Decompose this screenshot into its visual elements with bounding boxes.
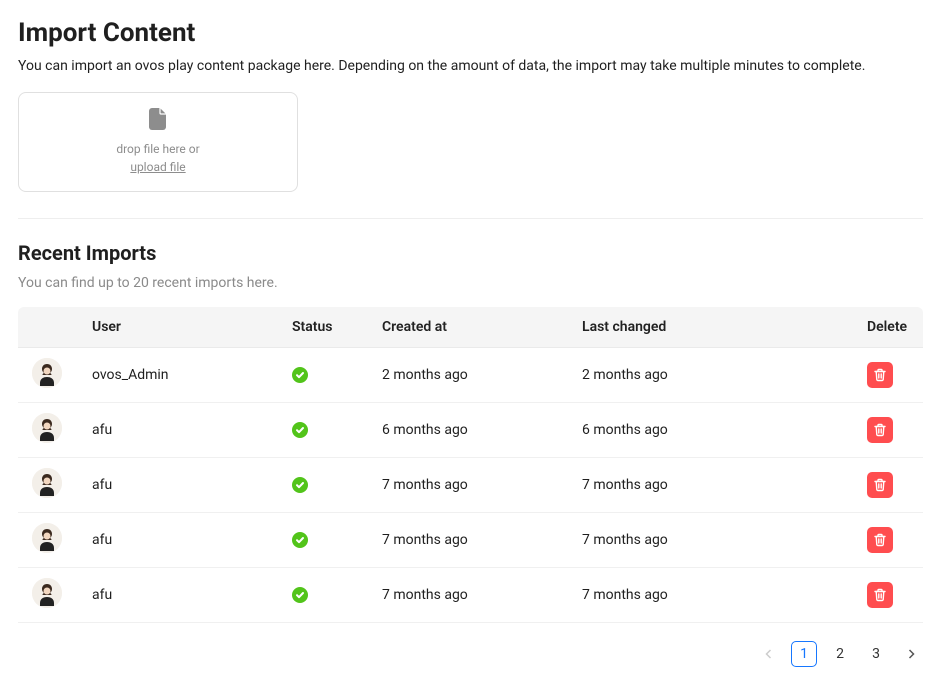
delete-button[interactable]: [867, 527, 893, 553]
upload-file-link[interactable]: upload file: [130, 160, 185, 174]
column-header-changed: Last changed: [568, 307, 853, 348]
cell-changed: 6 months ago: [568, 403, 853, 458]
status-success-icon: [292, 587, 308, 603]
page-description: You can import an ovos play content pack…: [18, 58, 923, 74]
column-header-status: Status: [278, 307, 368, 348]
delete-button[interactable]: [867, 417, 893, 443]
cell-user: afu: [78, 458, 278, 513]
drop-label: drop file here or: [116, 142, 199, 156]
cell-created: 7 months ago: [368, 568, 568, 623]
delete-button[interactable]: [867, 362, 893, 388]
recent-imports-title: Recent Imports: [18, 241, 923, 265]
section-divider: [18, 218, 923, 219]
cell-created: 7 months ago: [368, 513, 568, 568]
cell-changed: 7 months ago: [568, 458, 853, 513]
avatar: [32, 468, 62, 498]
status-success-icon: [292, 477, 308, 493]
cell-created: 6 months ago: [368, 403, 568, 458]
recent-imports-description: You can find up to 20 recent imports her…: [18, 275, 923, 291]
table-row: afu 7 months ago7 months ago: [18, 458, 923, 513]
delete-button[interactable]: [867, 582, 893, 608]
pagination-next[interactable]: [899, 642, 923, 666]
cell-created: 2 months ago: [368, 348, 568, 403]
avatar: [32, 358, 62, 388]
file-dropzone[interactable]: drop file here or upload file: [18, 92, 298, 192]
cell-changed: 2 months ago: [568, 348, 853, 403]
cell-user: ovos_Admin: [78, 348, 278, 403]
pagination: 123: [18, 641, 923, 667]
table-row: afu 6 months ago6 months ago: [18, 403, 923, 458]
page-number-1[interactable]: 1: [791, 641, 817, 667]
imports-table: User Status Created at Last changed Dele…: [18, 307, 923, 623]
page-number-2[interactable]: 2: [827, 641, 853, 667]
page-number-3[interactable]: 3: [863, 641, 889, 667]
column-header-avatar: [18, 307, 78, 348]
page-title: Import Content: [18, 18, 923, 48]
table-row: afu 7 months ago7 months ago: [18, 513, 923, 568]
cell-user: afu: [78, 513, 278, 568]
avatar: [32, 578, 62, 608]
file-icon: [148, 108, 168, 134]
table-row: afu 7 months ago7 months ago: [18, 568, 923, 623]
column-header-user: User: [78, 307, 278, 348]
dropzone-text: drop file here or upload file: [116, 140, 199, 176]
status-success-icon: [292, 367, 308, 383]
table-row: ovos_Admin 2 months ago2 months ago: [18, 348, 923, 403]
column-header-delete: Delete: [853, 307, 923, 348]
cell-changed: 7 months ago: [568, 568, 853, 623]
delete-button[interactable]: [867, 472, 893, 498]
cell-created: 7 months ago: [368, 458, 568, 513]
cell-changed: 7 months ago: [568, 513, 853, 568]
pagination-prev[interactable]: [757, 642, 781, 666]
avatar: [32, 413, 62, 443]
status-success-icon: [292, 422, 308, 438]
cell-user: afu: [78, 403, 278, 458]
column-header-created: Created at: [368, 307, 568, 348]
status-success-icon: [292, 532, 308, 548]
avatar: [32, 523, 62, 553]
cell-user: afu: [78, 568, 278, 623]
